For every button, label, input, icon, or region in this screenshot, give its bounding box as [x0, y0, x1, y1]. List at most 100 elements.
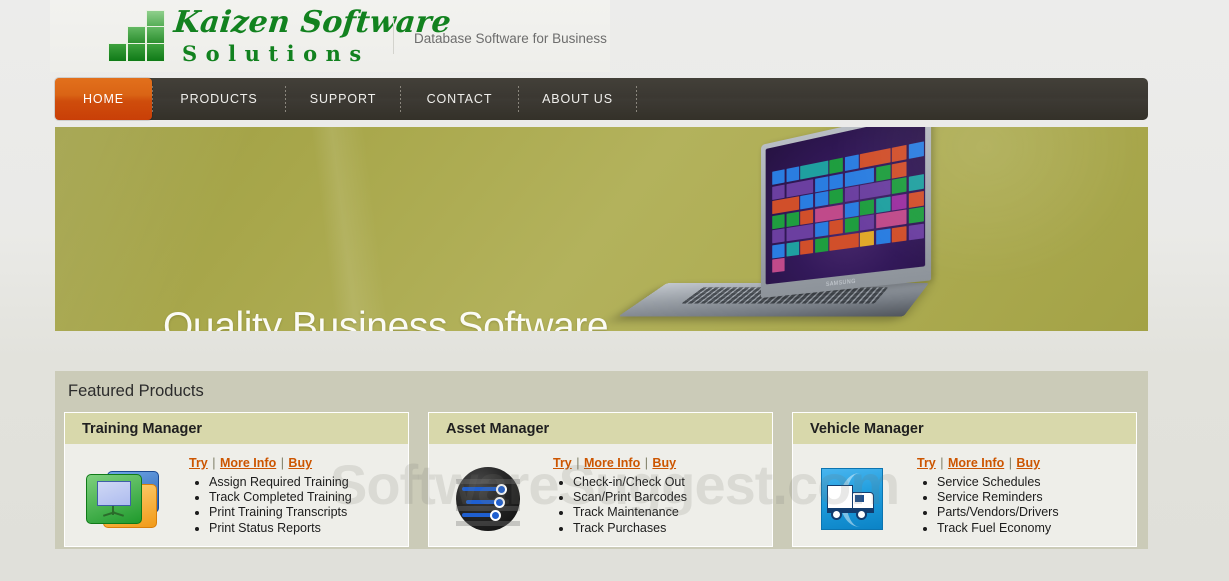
product-feature-item: Parts/Vendors/Drivers [937, 505, 1128, 520]
laptop-screen [765, 127, 926, 285]
nav-item-about-us[interactable]: ABOUT US [519, 78, 636, 120]
product-feature-item: Track Fuel Economy [937, 521, 1128, 536]
product-icon-wrapper [429, 452, 547, 546]
product-card: Training Manager Try | More Info | Buy Ass… [64, 412, 409, 547]
product-action-links: Try | More Info | Buy [553, 456, 764, 470]
product-feature-list: Check-in/Check OutScan/Print BarcodesTra… [547, 475, 764, 536]
more-info-link[interactable]: More Info [948, 456, 1004, 470]
buy-link[interactable]: Buy [652, 456, 676, 470]
start-tile [814, 221, 828, 238]
product-card-content: Try | More Info | Buy Check-in/Check OutS… [547, 452, 772, 546]
link-separator: | [277, 456, 288, 470]
start-tile [786, 241, 799, 257]
featured-products-title: Featured Products [68, 382, 204, 400]
site-header: Kaizen Software Solutions Database Softw… [50, 0, 610, 72]
start-tile [772, 228, 785, 244]
product-card-body: Try | More Info | Buy Check-in/Check OutS… [429, 444, 772, 546]
logo-company-subtitle: Solutions [182, 41, 370, 66]
start-tile [814, 191, 828, 208]
try-link[interactable]: Try [917, 456, 936, 470]
start-tile [891, 144, 907, 163]
product-card-header: Asset Manager [429, 413, 772, 444]
nav-item-label: PRODUCTS [180, 92, 258, 106]
start-tile [908, 174, 924, 192]
header-tagline: Database Software for Business [414, 31, 607, 46]
start-tile [908, 223, 924, 240]
hero-title: Quality Business Software [163, 305, 609, 331]
more-info-link[interactable]: More Info [584, 456, 640, 470]
start-tile [875, 227, 891, 245]
start-tile [891, 161, 907, 179]
product-card: Asset Manager Try | More Info | Buy Check-… [428, 412, 773, 547]
main-navigation: HOME PRODUCTS SUPPORT CONTACT ABOUT US [55, 78, 1148, 120]
nav-item-label: HOME [82, 92, 125, 106]
laptop-lid: SAMSUNG [761, 127, 932, 298]
nav-item-products[interactable]: PRODUCTS [153, 78, 285, 120]
start-tile [772, 184, 785, 200]
start-tile [829, 219, 843, 236]
nav-separator [636, 86, 637, 112]
try-link[interactable]: Try [189, 456, 208, 470]
start-tile [875, 209, 907, 229]
start-tile [772, 243, 785, 258]
start-tile [800, 208, 814, 225]
product-card-body: Try | More Info | Buy Service SchedulesSe… [793, 444, 1136, 546]
start-tile [859, 214, 874, 231]
product-feature-list: Service SchedulesService RemindersParts/… [911, 475, 1128, 536]
buy-link[interactable]: Buy [288, 456, 312, 470]
product-feature-item: Print Training Transcripts [209, 505, 400, 520]
product-feature-item: Assign Required Training [209, 475, 400, 490]
start-tile [786, 223, 814, 242]
product-feature-item: Print Status Reports [209, 521, 400, 536]
product-feature-item: Check-in/Check Out [573, 475, 764, 490]
start-tile [891, 177, 907, 195]
start-tile [859, 180, 891, 200]
start-tile [844, 185, 859, 203]
link-separator: | [1005, 456, 1016, 470]
start-tile [814, 175, 828, 192]
nav-item-label: CONTACT [426, 92, 493, 106]
start-tile [908, 206, 924, 224]
start-tile [829, 157, 843, 175]
product-action-links: Try | More Info | Buy [189, 456, 400, 470]
product-card-list: Training ManagerTry | More Info | BuyAss… [64, 412, 1139, 547]
page-root: Kaizen Software Solutions Database Softw… [0, 0, 1229, 581]
nav-item-contact[interactable]: CONTACT [401, 78, 518, 120]
product-feature-item: Track Completed Training [209, 490, 400, 505]
link-separator: | [641, 456, 652, 470]
start-tile [908, 141, 924, 160]
nav-item-support[interactable]: SUPPORT [286, 78, 400, 120]
product-feature-item: Scan/Print Barcodes [573, 490, 764, 505]
product-feature-list: Assign Required TrainingTrack Completed … [183, 475, 400, 536]
product-card-title: Vehicle Manager [810, 420, 924, 437]
training-icon [85, 468, 163, 530]
nav-items: HOME PRODUCTS SUPPORT CONTACT ABOUT US [55, 78, 637, 120]
product-feature-item: Service Schedules [937, 475, 1128, 490]
vehicle-icon [821, 468, 883, 530]
try-link[interactable]: Try [553, 456, 572, 470]
start-tile [844, 154, 859, 172]
start-tile [800, 193, 814, 210]
featured-products-panel: Featured Products Training Manager Try | … [55, 371, 1148, 549]
more-info-link[interactable]: More Info [220, 456, 276, 470]
buy-link[interactable]: Buy [1016, 456, 1040, 470]
start-tile [908, 190, 924, 208]
start-tile [859, 198, 874, 216]
hero-laptop-image: SAMSUNG [618, 127, 945, 331]
start-tile [800, 239, 814, 255]
laptop-brand-label: SAMSUNG [825, 278, 856, 289]
logo-bar-chart-icon [108, 10, 166, 62]
start-tile [772, 213, 785, 229]
product-card-content: Try | More Info | Buy Assign Required Tra… [183, 452, 408, 546]
hero-decorative-swoosh [155, 127, 535, 331]
hero-banner: SAMSUNG Quality Business Software Standa… [55, 127, 1148, 331]
start-tile [829, 188, 843, 205]
nav-item-home[interactable]: HOME [55, 78, 152, 120]
start-tile [814, 203, 843, 223]
start-tile [844, 167, 874, 187]
product-card-header: Vehicle Manager [793, 413, 1136, 444]
product-card-body: Try | More Info | Buy Assign Required Tra… [65, 444, 408, 546]
site-logo[interactable]: Kaizen Software Solutions [108, 5, 453, 67]
product-card-title: Training Manager [82, 420, 203, 437]
start-tile [859, 148, 891, 169]
